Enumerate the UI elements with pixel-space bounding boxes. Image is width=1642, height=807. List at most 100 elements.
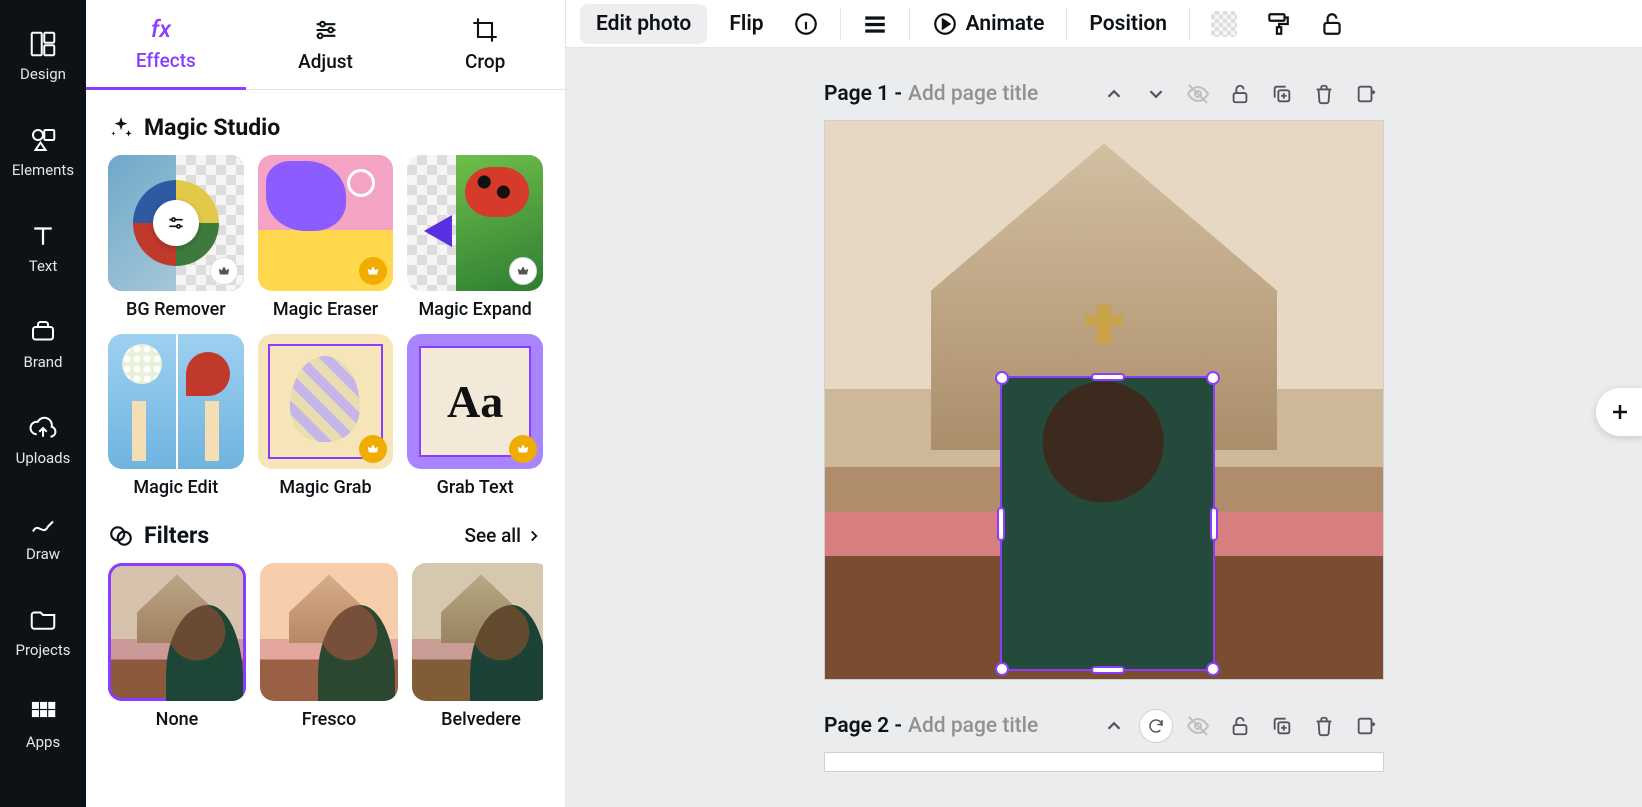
resize-handle[interactable] [995, 662, 1009, 676]
filter-label: Belvedere [441, 709, 521, 730]
animate-label: Animate [966, 12, 1045, 36]
panel-tabs: fx Effects Adjust Crop [86, 0, 565, 90]
page-2-canvas[interactable] [824, 752, 1384, 772]
edit-photo-button[interactable]: Edit photo [580, 4, 707, 44]
transparency-button[interactable] [1204, 4, 1244, 44]
page-duplicate[interactable] [1264, 76, 1300, 112]
flip-button[interactable]: Flip [721, 4, 771, 44]
resize-edge[interactable] [1210, 507, 1218, 541]
card-label: Magic Expand [419, 299, 532, 320]
see-all-button[interactable]: See all [464, 524, 543, 547]
page-hide[interactable] [1180, 76, 1216, 112]
page-add[interactable] [1348, 708, 1384, 744]
add-page-icon [1355, 83, 1377, 105]
page-duplicate[interactable] [1264, 708, 1300, 744]
card-magic-grab[interactable]: Magic Grab [258, 334, 394, 499]
nav-apps[interactable]: Apps [0, 680, 86, 770]
left-panel: fx Effects Adjust Crop Magic Studio [86, 0, 566, 807]
resize-edge[interactable] [1091, 666, 1125, 674]
page-collapse-down[interactable] [1138, 76, 1174, 112]
card-label: Magic Grab [279, 477, 371, 498]
card-bg-remover[interactable]: BG Remover [108, 155, 244, 320]
page-collapse-up[interactable] [1096, 76, 1132, 112]
card-label: Magic Eraser [273, 299, 378, 320]
separator [1066, 8, 1067, 40]
nav-projects[interactable]: Projects [0, 584, 86, 680]
slider-icon [153, 200, 199, 246]
filter-belvedere[interactable]: Belvedere [412, 563, 543, 730]
workspace[interactable]: Page 1 - Add page title [566, 48, 1642, 807]
magic-studio-grid: BG Remover Magic Eraser [108, 155, 543, 498]
nav-uploads[interactable]: Uploads [0, 392, 86, 488]
filter-fresco[interactable]: Fresco [260, 563, 398, 730]
resize-edge[interactable] [997, 507, 1005, 541]
card-label: BG Remover [126, 299, 226, 320]
thumb-bg-remover [108, 155, 244, 291]
filters-icon [108, 523, 134, 549]
page-title-input[interactable]: Add page title [908, 82, 1038, 106]
nav-brand[interactable]: Brand [0, 296, 86, 392]
trash-icon [1313, 715, 1335, 737]
nav-text[interactable]: Text [0, 200, 86, 296]
page-collapse-up[interactable] [1096, 708, 1132, 744]
premium-badge-icon [359, 257, 387, 285]
add-comment-button[interactable] [1596, 388, 1642, 436]
resize-handle[interactable] [995, 371, 1009, 385]
page-title-input[interactable]: Add page title [908, 714, 1038, 738]
resize-edge[interactable] [1091, 373, 1125, 381]
resize-handle[interactable] [1206, 371, 1220, 385]
card-label: Magic Edit [133, 477, 218, 498]
page-sync[interactable] [1138, 708, 1174, 744]
canvas-area: Edit photo Flip Animate Position Page 1 … [566, 0, 1642, 807]
duplicate-icon [1271, 83, 1293, 105]
tab-adjust[interactable]: Adjust [246, 0, 406, 89]
card-grab-text[interactable]: Aa Grab Text [407, 334, 543, 499]
thumb-magic-expand [407, 155, 543, 291]
crop-icon [471, 16, 499, 44]
chevron-down-icon [1145, 83, 1167, 105]
animate-button[interactable]: Animate [924, 4, 1053, 44]
card-magic-expand[interactable]: Magic Expand [407, 155, 543, 320]
nav-label: Elements [12, 161, 74, 179]
animate-icon [932, 11, 958, 37]
filters-row: None Fresco Belvedere [108, 563, 543, 730]
nav-label: Apps [26, 733, 60, 751]
info-button[interactable] [786, 4, 826, 44]
filter-label: Fresco [302, 709, 356, 730]
filter-none[interactable]: None [108, 563, 246, 730]
page-delete[interactable] [1306, 708, 1342, 744]
section-title-label: Magic Studio [144, 114, 280, 141]
toolbar: Edit photo Flip Animate Position [566, 0, 1642, 48]
page-lock[interactable] [1222, 76, 1258, 112]
premium-badge-icon [509, 257, 537, 285]
page-lock[interactable] [1222, 708, 1258, 744]
card-magic-edit[interactable]: Magic Edit [108, 334, 244, 499]
nav-rail: Design Elements Text Brand Uploads Draw … [0, 0, 86, 807]
card-magic-eraser[interactable]: Magic Eraser [258, 155, 394, 320]
uploads-icon [28, 413, 58, 443]
page-add[interactable] [1348, 76, 1384, 112]
plus-icon [1608, 400, 1632, 424]
copy-style-button[interactable] [1258, 4, 1298, 44]
nav-elements[interactable]: Elements [0, 104, 86, 200]
page-prefix: Page 1 - [824, 82, 902, 106]
resize-handle[interactable] [1206, 662, 1220, 676]
lock-button[interactable] [1312, 4, 1352, 44]
page-2-head: Page 2 - Add page title [824, 708, 1384, 744]
selected-photo[interactable] [1000, 376, 1215, 671]
tab-crop[interactable]: Crop [405, 0, 565, 89]
section-head-magic: Magic Studio [108, 114, 543, 141]
separator [840, 8, 841, 40]
eye-off-icon [1186, 714, 1210, 738]
chevron-up-icon [1103, 715, 1125, 737]
position-button[interactable]: Position [1081, 4, 1175, 44]
nav-label: Text [29, 257, 58, 275]
nav-draw[interactable]: Draw [0, 488, 86, 584]
page-delete[interactable] [1306, 76, 1342, 112]
draw-icon [28, 509, 58, 539]
nav-design[interactable]: Design [0, 8, 86, 104]
page-hide[interactable] [1180, 708, 1216, 744]
list-button[interactable] [855, 4, 895, 44]
tab-effects[interactable]: fx Effects [86, 0, 246, 89]
page-1-canvas[interactable] [824, 120, 1384, 680]
